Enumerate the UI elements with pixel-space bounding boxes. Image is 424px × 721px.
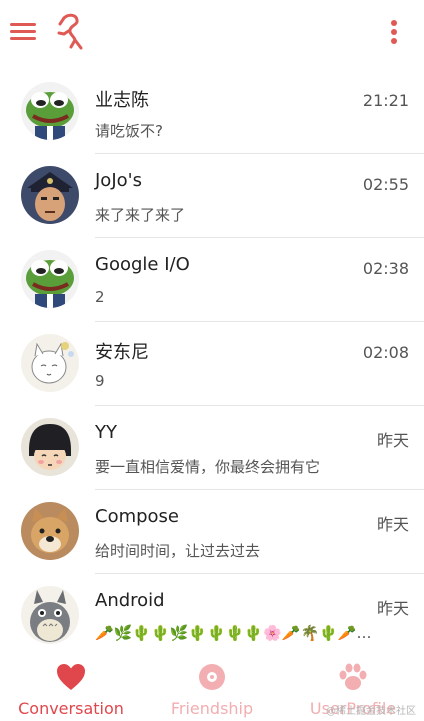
message-time: 昨天 xyxy=(376,431,409,450)
message-time: 02:08 xyxy=(362,343,409,362)
contact-name: Compose xyxy=(95,506,180,527)
paw-icon xyxy=(339,663,367,690)
message-preview: 给时间时间，让过去过去 xyxy=(95,542,261,560)
flamingo-logo xyxy=(57,13,83,50)
conversation-item[interactable]: 业志陈 21:21 请吃饭不? xyxy=(0,70,424,154)
frog-avatar xyxy=(21,82,79,140)
dog-avatar xyxy=(21,502,79,560)
tab-friendship[interactable]: Friendship xyxy=(150,650,274,721)
message-preview: 🥕🌿🌵🌵🌿🌵🌵🌵🌵🌸🥕🌴🌵🥕… xyxy=(95,624,372,642)
message-time: 02:38 xyxy=(362,259,409,278)
watermark: @稀土掘金技术社区 xyxy=(326,706,416,717)
tab-conversation[interactable]: Conversation xyxy=(10,650,132,721)
conversation-item[interactable]: YY 昨天 要一直相信爱情，你最终会拥有它 xyxy=(0,406,424,490)
message-preview: 请吃饭不? xyxy=(95,122,163,140)
frog-avatar xyxy=(21,250,79,308)
sketch-avatar xyxy=(21,334,79,392)
tab-label: Friendship xyxy=(170,699,254,718)
conversation-item[interactable]: Compose 昨天 给时间时间，让过去过去 xyxy=(0,490,424,574)
contact-name: YY xyxy=(95,422,117,443)
jojo-avatar xyxy=(21,166,79,224)
contact-name: Google I/O xyxy=(95,254,190,275)
girl-avatar xyxy=(21,418,79,476)
totoro-avatar xyxy=(21,586,79,644)
hamburger-icon[interactable] xyxy=(10,20,38,44)
conversation-item[interactable]: JoJo's 02:55 来了来了来了 xyxy=(0,154,424,238)
more-vert-icon[interactable] xyxy=(386,18,402,46)
conversation-list[interactable]: 业志陈 21:21 请吃饭不? JoJo's 02:55 来了来了来了 Goog… xyxy=(0,70,424,648)
heart-icon xyxy=(57,664,85,690)
contact-name: JoJo's xyxy=(95,170,142,191)
message-preview: 9 xyxy=(95,372,105,390)
conversation-item[interactable]: 安东尼 02:08 9 xyxy=(0,322,424,406)
tab-label: Conversation xyxy=(18,699,124,718)
contact-name: 安东尼 xyxy=(95,342,149,363)
disc-icon xyxy=(199,664,225,690)
bottom-navigation: Conversation Friendship UserProfile @稀土掘… xyxy=(0,650,424,721)
message-preview: 来了来了来了 xyxy=(95,206,186,224)
contact-name: Android xyxy=(95,590,165,611)
message-time: 02:55 xyxy=(362,175,409,194)
message-time: 21:21 xyxy=(362,91,409,110)
conversation-item[interactable]: Android 昨天 🥕🌿🌵🌵🌿🌵🌵🌵🌵🌸🥕🌴🌵🥕… xyxy=(0,574,424,648)
conversation-item[interactable]: Google I/O 02:38 2 xyxy=(0,238,424,322)
contact-name: 业志陈 xyxy=(95,90,149,111)
message-preview: 要一直相信爱情，你最终会拥有它 xyxy=(95,458,321,476)
message-time: 昨天 xyxy=(376,515,409,534)
message-time: 昨天 xyxy=(376,599,409,618)
top-app-bar xyxy=(0,0,424,64)
message-preview: 2 xyxy=(95,288,105,306)
